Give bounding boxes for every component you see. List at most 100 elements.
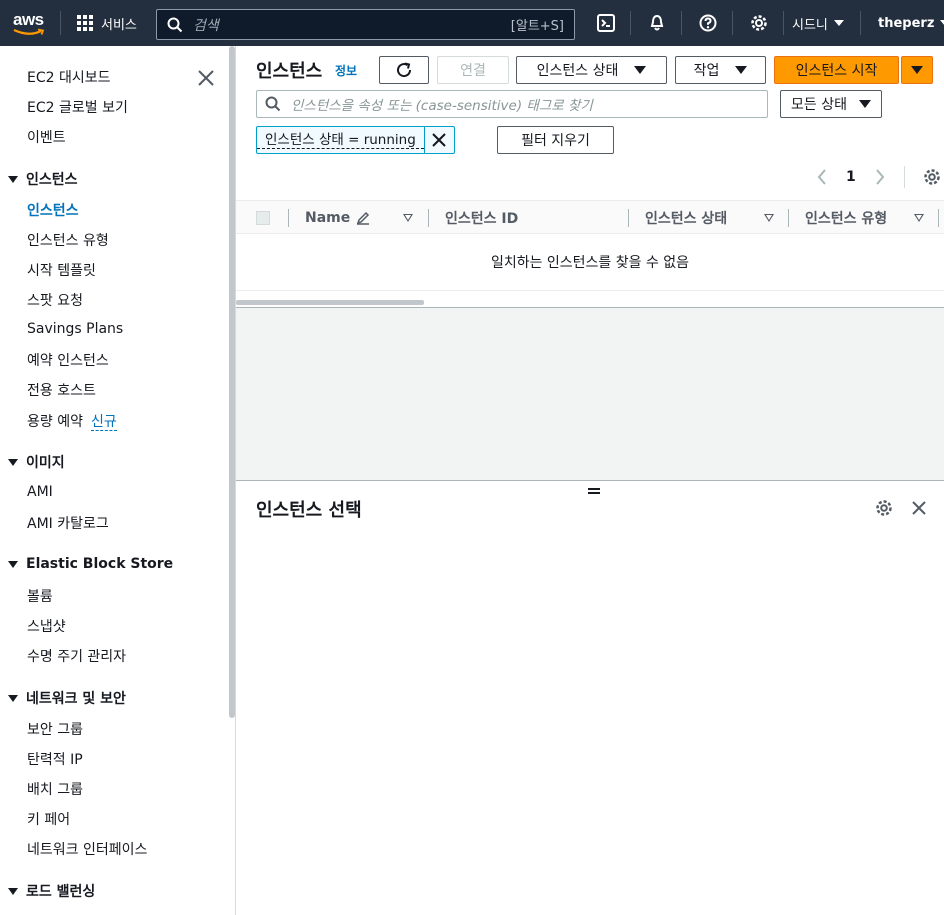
launch-options-dropdown[interactable] [901, 56, 933, 84]
caret-down-icon [8, 694, 18, 702]
horizontal-scrollbar[interactable] [236, 300, 424, 305]
new-badge: 신규 [90, 414, 117, 431]
sidebar-item-reserved-instances[interactable]: 예약 인스턴스 [27, 350, 109, 370]
refresh-button[interactable] [379, 56, 429, 84]
region-selector[interactable]: 시드니 [776, 0, 860, 46]
filter-token[interactable]: 인스턴스 상태 = running [256, 126, 455, 154]
info-link[interactable]: 정보 [335, 62, 357, 79]
sidebar-item-ami-catalog[interactable]: AMI 카탈로그 [27, 513, 109, 533]
gear-icon[interactable] [923, 168, 941, 186]
sidebar-item-global-view[interactable]: EC2 글로벌 보기 [27, 97, 128, 117]
caret-down-icon [634, 66, 647, 74]
sidebar-item-events[interactable]: 이벤트 [27, 127, 66, 147]
divider [860, 11, 861, 35]
search-placeholder: 검색 [193, 17, 219, 34]
sidebar-item-network-interfaces[interactable]: 네트워크 인터페이스 [27, 839, 147, 859]
sidebar-item-placement-groups[interactable]: 배치 그룹 [27, 779, 83, 799]
services-menu-button[interactable]: 서비스 [61, 0, 153, 46]
select-all-checkbox[interactable] [256, 211, 270, 225]
gear-icon [750, 15, 767, 31]
main-content: 인스턴스 정보 연결 인스턴스 상태 작업 인스턴스 시작 인스턴스을 속성 또… [236, 46, 944, 915]
select-value: 모든 상태 [791, 97, 847, 113]
remove-filter-button[interactable] [423, 127, 454, 153]
sidebar-item-volumes[interactable]: 볼륨 [27, 586, 53, 606]
chevron-left-icon[interactable] [816, 169, 828, 185]
chevron-right-icon[interactable] [874, 169, 886, 185]
sidebar-scrollbar[interactable] [229, 46, 235, 718]
sidebar-section-load-balancing[interactable]: 로드 밸런싱 [8, 881, 95, 901]
clear-filters-button[interactable]: 필터 지우기 [497, 126, 614, 154]
page-number[interactable]: 1 [846, 169, 856, 185]
sidebar-item-dedicated-hosts[interactable]: 전용 호스트 [27, 380, 96, 400]
instance-search-input[interactable]: 인스턴스을 속성 또는 (case-sensitive) 태그로 찾기 [256, 90, 768, 118]
help-icon [699, 14, 716, 32]
column-header-instance-state[interactable]: 인스턴스 상태 [645, 201, 775, 235]
sidebar-section-ebs[interactable]: Elastic Block Store [8, 556, 173, 572]
sidebar-item-instances[interactable]: 인스턴스 [27, 200, 79, 220]
column-header-instance-type[interactable]: 인스턴스 유형 [805, 201, 925, 235]
column-label: 인스턴스 ID [445, 211, 519, 227]
sort-icon [403, 214, 413, 222]
section-title: 이미지 [26, 455, 65, 471]
caret-down-icon [8, 458, 18, 466]
sidebar-item-security-groups[interactable]: 보안 그룹 [27, 719, 83, 739]
bell-icon [650, 14, 663, 31]
sidebar-item-elastic-ip[interactable]: 탄력적 IP [27, 749, 83, 769]
chevron-down-icon [833, 20, 844, 26]
actions-dropdown[interactable]: 작업 [675, 56, 766, 84]
services-grid-icon [77, 15, 93, 31]
table-header: Name 인스턴스 ID 인스턴스 상태 인스턴스 유형 [236, 200, 944, 234]
state-filter-select[interactable]: 모든 상태 [780, 90, 882, 118]
split-panel-resize-handle[interactable] [588, 488, 600, 496]
refresh-icon [397, 62, 412, 78]
sidebar-item-savings-plans[interactable]: Savings Plans [27, 321, 123, 337]
detail-panel-title: 인스턴스 선택 [256, 500, 362, 521]
connect-button[interactable]: 연결 [437, 56, 509, 84]
aws-logo-text: aws [13, 10, 44, 29]
caret-down-icon [735, 66, 748, 74]
sidebar-item-capacity-reservations[interactable]: 용량 예약 신규 [27, 411, 117, 431]
cloudshell-button[interactable] [580, 0, 630, 46]
section-title: 네트워크 및 보안 [26, 691, 126, 707]
sidebar-item-lifecycle-manager[interactable]: 수명 주기 관리자 [27, 646, 126, 666]
close-sidebar-icon[interactable] [196, 68, 216, 88]
gear-icon[interactable] [875, 499, 893, 517]
sort-icon [914, 214, 924, 222]
notifications-button[interactable] [631, 0, 681, 46]
sidebar-item-instance-types[interactable]: 인스턴스 유형 [27, 230, 109, 250]
section-title: 인스턴스 [26, 172, 78, 188]
aws-logo[interactable]: aws [0, 0, 60, 46]
close-icon[interactable] [910, 499, 928, 517]
global-search-input[interactable]: 검색 [알트+S] [156, 9, 575, 40]
divider [903, 166, 905, 188]
user-label: theperz [878, 15, 935, 31]
column-label: 인스턴스 유형 [805, 211, 888, 227]
sidebar-section-instances[interactable]: 인스턴스 [8, 169, 78, 189]
sidebar-item-launch-templates[interactable]: 시작 템플릿 [27, 260, 96, 280]
divider [428, 209, 429, 227]
sidebar-section-images[interactable]: 이미지 [8, 452, 65, 472]
sidebar-section-network-security[interactable]: 네트워크 및 보안 [8, 688, 126, 708]
instance-state-dropdown[interactable]: 인스턴스 상태 [516, 56, 667, 84]
sidebar-item-snapshots[interactable]: 스냅샷 [27, 616, 66, 636]
sidebar-item-key-pairs[interactable]: 키 페어 [27, 809, 70, 829]
caret-down-icon [911, 66, 923, 74]
help-button[interactable] [682, 0, 732, 46]
aws-smile-icon [13, 28, 45, 35]
sidebar: EC2 대시보드 EC2 글로벌 보기 이벤트 인스턴스 인스턴스 인스턴스 유… [0, 46, 236, 915]
close-icon [432, 133, 447, 147]
caret-down-icon [8, 175, 18, 183]
sidebar-item-ec2-dashboard[interactable]: EC2 대시보드 [27, 67, 111, 87]
caret-down-icon [8, 887, 18, 895]
empty-state-message: 일치하는 인스턴스를 찾을 수 없음 [236, 234, 944, 291]
column-header-instance-id[interactable]: 인스턴스 ID [445, 201, 518, 235]
section-title: 로드 밸런싱 [26, 884, 96, 900]
instances-table: Name 인스턴스 ID 인스턴스 상태 인스턴스 유형 일치하는 인스턴스를 … [236, 200, 944, 308]
terminal-icon [596, 14, 615, 32]
account-menu[interactable]: theperz [864, 0, 944, 46]
launch-instances-button[interactable]: 인스턴스 시작 [774, 56, 899, 84]
column-header-name[interactable]: Name [305, 201, 425, 235]
sidebar-item-spot-requests[interactable]: 스팟 요청 [27, 290, 83, 310]
sidebar-item-ami[interactable]: AMI [27, 484, 53, 500]
column-label: Name [305, 210, 351, 226]
